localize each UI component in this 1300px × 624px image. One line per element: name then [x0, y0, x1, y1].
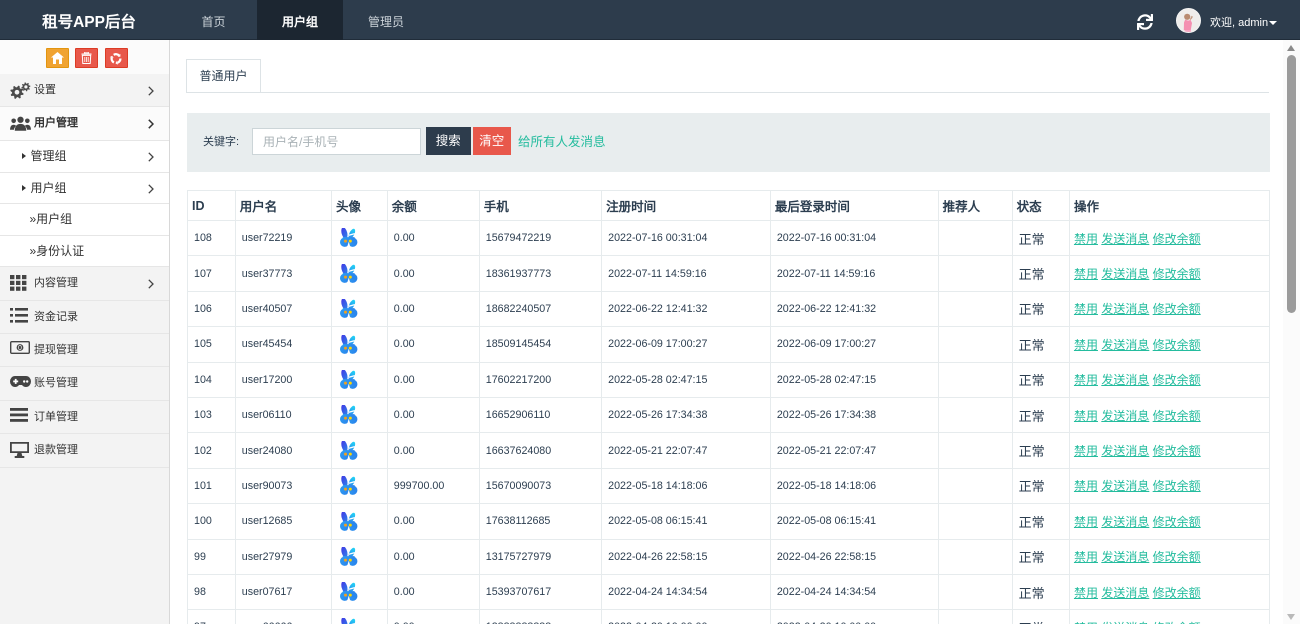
- svg-text:0: 0: [18, 345, 22, 352]
